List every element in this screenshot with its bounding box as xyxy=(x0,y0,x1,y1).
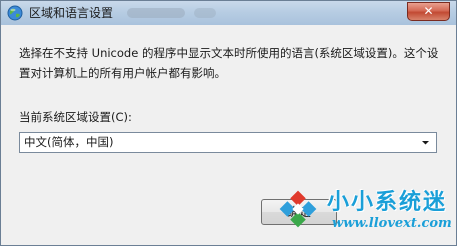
window-title: 区域和语言设置 xyxy=(29,6,114,20)
current-locale-label: 当前系统区域设置(C): xyxy=(19,110,132,124)
watermark: 小小系统迷 www.llovext.com xyxy=(276,179,456,241)
title-bar[interactable]: 区域和语言设置 ✕ xyxy=(1,1,456,25)
locale-selected-value: 中文(简体，中国) xyxy=(24,135,114,149)
dialog-window: 区域和语言设置 ✕ 选择在不支持 Unicode 的程序中显示文本时所使用的语言… xyxy=(0,0,457,246)
description-text: 选择在不支持 Unicode 的程序中显示文本时所使用的语言(系统区域设置)。这… xyxy=(19,46,439,80)
watermark-title: 小小系统迷 xyxy=(327,190,448,215)
chevron-down-icon[interactable] xyxy=(418,135,433,150)
close-icon: ✕ xyxy=(423,4,434,18)
watermark-url: www.llovext.com xyxy=(332,216,452,231)
watermark-logo-icon xyxy=(279,190,317,228)
close-button[interactable]: ✕ xyxy=(407,2,450,21)
locale-dropdown[interactable]: 中文(简体，中国) xyxy=(19,132,437,153)
blurred-title-fragment xyxy=(127,8,185,18)
blurred-title-fragment xyxy=(194,8,216,18)
globe-icon xyxy=(7,5,23,21)
